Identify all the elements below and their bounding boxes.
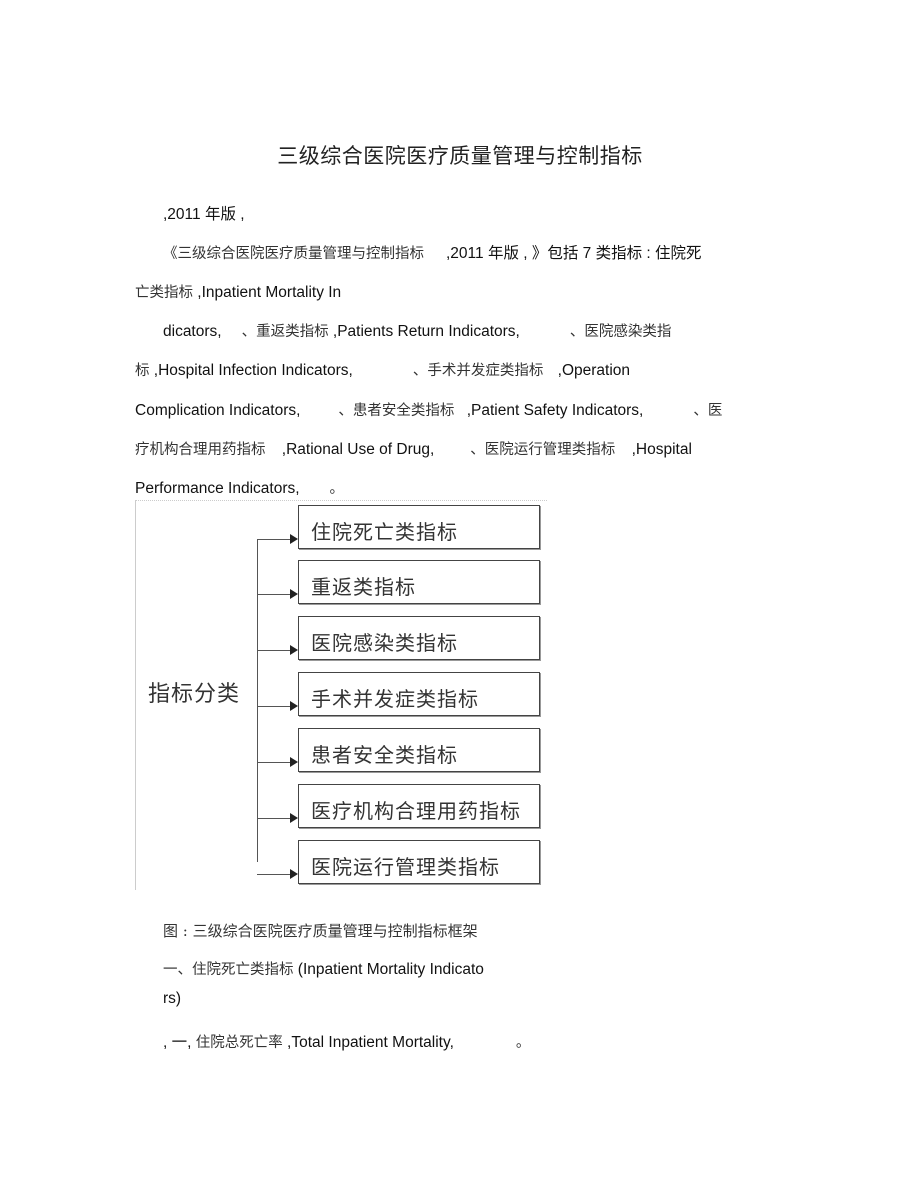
diagram-node: 患者安全类指标 — [298, 728, 540, 772]
item-end: 。 — [515, 1035, 531, 1051]
diagram-node: 手术并发症类指标 — [298, 672, 540, 716]
section-heading-1: 一、住院死亡类指标 (Inpatient Mortality Indicato — [163, 958, 484, 979]
diagram-connector-line — [257, 650, 291, 651]
section-heading-1-cont: rs) — [163, 990, 182, 1007]
arrow-right-icon — [290, 869, 298, 879]
intro-text: ,Inpatient Mortality In — [193, 284, 342, 301]
diagram-border — [135, 500, 547, 502]
intro-text: ,Operation — [553, 362, 631, 379]
diagram-node: 医院感染类指标 — [298, 616, 540, 660]
intro-text: 《三级综合医院医疗质量管理与控制指标 — [163, 246, 424, 262]
diagram-node-label: 患者安全类指标 — [311, 743, 458, 767]
arrow-right-icon — [290, 813, 298, 823]
diagram-node: 医疗机构合理用药指标 — [298, 784, 540, 828]
document-title: 三级综合医院医疗质量管理与控制指标 — [277, 144, 643, 168]
diagram-node-label: 住院死亡类指标 — [311, 520, 458, 544]
intro-text: ,Rational Use of Drug, — [277, 441, 435, 458]
intro-line-1: 《三级综合医院医疗质量管理与控制指标 ,2011 年版 , 》包括 7 类指标 :… — [163, 241, 702, 263]
intro-text: 、医院感染类指 — [569, 324, 672, 340]
arrow-right-icon — [290, 757, 298, 767]
diagram-node: 医院运行管理类指标 — [298, 840, 540, 884]
diagram-trunk-line — [257, 540, 258, 862]
section-heading-en: (Inpatient Mortality Indicato — [293, 961, 484, 978]
intro-text: 标 — [135, 363, 150, 379]
diagram-node-label: 手术并发症类指标 — [311, 687, 479, 711]
figure-caption: 图 : 三级综合医院医疗质量管理与控制指标框架 — [163, 922, 478, 940]
item-name-en: ,Total Inpatient Mortality, — [282, 1034, 454, 1051]
diagram-connector-line — [257, 762, 291, 763]
intro-text: dicators, — [163, 323, 222, 340]
edition-line: ,2011 年版 , — [163, 206, 245, 223]
diagram-node: 重返类指标 — [298, 560, 540, 604]
intro-text: 亡类指标 — [135, 285, 193, 301]
intro-text: ,Hospital Infection Indicators, — [149, 362, 353, 379]
diagram-connector-line — [257, 539, 291, 540]
intro-text: ,Hospital — [627, 441, 692, 458]
intro-text: 、医院运行管理类指标 — [470, 442, 616, 458]
diagram-connector-line — [257, 706, 291, 707]
intro-text: ,2011 年版 , 》包括 7 类指标 : 住院死 — [446, 245, 702, 262]
intro-text: 、手术并发症类指标 — [412, 363, 544, 379]
arrow-right-icon — [290, 589, 298, 599]
intro-line-5: Complication Indicators, 、患者安全类指标 ,Patien… — [135, 399, 722, 420]
intro-line-4: 标 ,Hospital Infection Indicators, 、手术并发症类… — [135, 359, 630, 380]
arrow-right-icon — [290, 701, 298, 711]
item-prefix: , 一, — [163, 1034, 196, 1051]
intro-line-3: dicators, 、重返类指标 ,Patients Return Indicat… — [163, 320, 671, 341]
intro-text: Complication Indicators, — [135, 402, 301, 419]
diagram-node-label: 重返类指标 — [311, 575, 416, 599]
item-1: , 一, 住院总死亡率 ,Total Inpatient Mortality, 。 — [163, 1030, 530, 1052]
diagram-node: 住院死亡类指标 — [298, 505, 540, 549]
intro-text: ,Patient Safety Indicators, — [462, 402, 644, 419]
intro-text: 、患者安全类指标 — [338, 403, 455, 419]
arrow-right-icon — [290, 645, 298, 655]
intro-line-6: 疗机构合理用药指标 ,Rational Use of Drug, 、医院运行管理类… — [135, 438, 692, 459]
intro-text: 。 — [329, 481, 345, 497]
diagram-node-label: 医院感染类指标 — [311, 631, 458, 655]
diagram-connector-line — [257, 594, 291, 595]
intro-text: 、医 — [693, 403, 723, 419]
diagram-connector-line — [257, 874, 291, 875]
intro-line-7: Performance Indicators, 。 — [135, 477, 344, 498]
diagram-node-label: 医院运行管理类指标 — [311, 855, 500, 879]
diagram-connector-line — [257, 818, 291, 819]
item-name-cn: 住院总死亡率 — [195, 1035, 283, 1051]
intro-line-2: 亡类指标 ,Inpatient Mortality In — [135, 281, 341, 302]
intro-text: Performance Indicators, — [135, 480, 300, 497]
arrow-right-icon — [290, 534, 298, 544]
diagram-border — [135, 500, 136, 890]
section-heading-cn: 一、住院死亡类指标 — [163, 962, 294, 978]
diagram-node-label: 医疗机构合理用药指标 — [311, 799, 521, 823]
diagram-root-label: 指标分类 — [148, 682, 241, 707]
intro-text: 疗机构合理用药指标 — [135, 442, 266, 458]
intro-text: ,Patients Return Indicators, — [328, 323, 520, 340]
intro-text: 、重返类指标 — [241, 324, 329, 340]
